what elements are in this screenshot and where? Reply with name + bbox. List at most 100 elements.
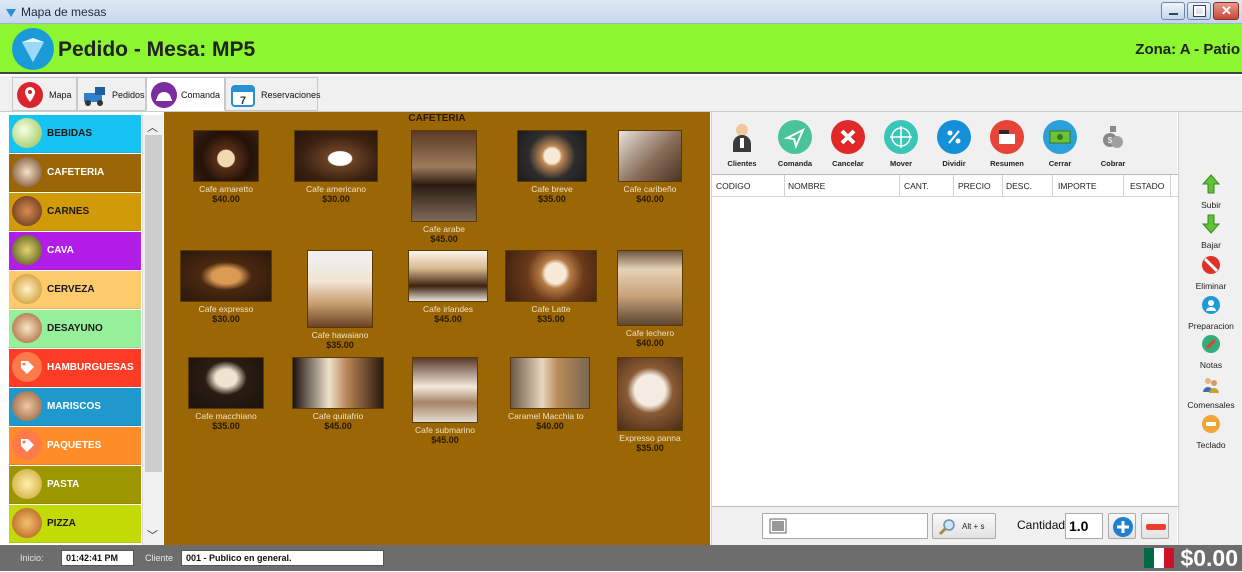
product-item[interactable]: Cafe americano $30.00 <box>288 130 384 205</box>
product-item[interactable]: Cafe expresso $30.00 <box>178 250 274 325</box>
product-photo <box>408 250 488 302</box>
eliminar-button[interactable]: Eliminar <box>1179 255 1242 291</box>
order-table[interactable]: CODIGO NOMBRE CANT. PRECIO DESC. IMPORTE… <box>712 174 1178 507</box>
product-item[interactable]: Cafe lechero $40.00 <box>602 250 698 349</box>
category-scrollbar[interactable]: ︿ ﹀ <box>142 115 163 545</box>
decrement-button[interactable] <box>1141 513 1169 539</box>
column-header[interactable]: IMPORTE <box>1058 181 1097 191</box>
category-image <box>12 508 42 538</box>
category-label: CARNES <box>47 206 90 217</box>
category-desayuno[interactable]: DESAYUNO <box>9 310 141 348</box>
category-label: PIZZA <box>47 518 76 529</box>
tab-mapa[interactable]: Mapa <box>12 77 77 111</box>
category-bebidas[interactable]: BEBIDAS <box>9 115 141 153</box>
mexico-flag-icon <box>1144 548 1174 568</box>
column-header[interactable]: PRECIO <box>958 181 991 191</box>
action-label: Notas <box>1199 360 1223 370</box>
product-item[interactable]: Cafe macchiano $35.00 <box>178 357 274 432</box>
column-header[interactable]: ESTADO <box>1130 181 1164 191</box>
category-cafeteria[interactable]: CAFETERIA <box>9 154 141 192</box>
svg-text:$: $ <box>1108 136 1113 145</box>
product-item[interactable]: Cafe submarino $45.00 <box>397 357 493 446</box>
column-header[interactable]: CANT. <box>904 181 929 191</box>
product-price: $40.00 <box>636 338 664 348</box>
maximize-button[interactable] <box>1187 2 1211 20</box>
tool-label: Clientes <box>727 159 757 168</box>
product-name: Cafe amaretto <box>199 184 253 194</box>
cobrar-button[interactable]: $ Cobrar <box>1087 120 1139 168</box>
cantidad-input[interactable]: 1.0 <box>1065 513 1103 539</box>
subir-button[interactable]: Subir <box>1179 174 1242 210</box>
resumen-button[interactable]: Resumen <box>981 120 1033 168</box>
map-pin-icon <box>17 82 43 108</box>
teclado-button[interactable]: Teclado <box>1179 414 1242 450</box>
order-panel: Clientes Comanda Cancelar Mover Dividir … <box>711 112 1178 545</box>
category-paquetes[interactable]: PAQUETES <box>9 427 141 465</box>
comensales-button[interactable]: Comensales <box>1179 374 1242 410</box>
receipt-icon <box>990 120 1024 154</box>
page-title: Pedido - Mesa: MP5 <box>58 38 256 61</box>
delete-icon <box>1202 256 1220 274</box>
category-pizza[interactable]: PIZZA <box>9 505 141 543</box>
category-carnes[interactable]: CARNES <box>9 193 141 231</box>
product-price: $45.00 <box>430 234 458 244</box>
product-grid: CAFETERIA Cafe amaretto $40.00 Cafe amer… <box>164 112 710 545</box>
scrollbar-thumb[interactable] <box>145 135 162 472</box>
minimize-button[interactable] <box>1161 2 1185 20</box>
arrow-up-icon <box>1201 174 1221 194</box>
preparacion-button[interactable]: Preparacion <box>1179 295 1242 331</box>
action-label: Teclado <box>1196 440 1226 450</box>
cerrar-button[interactable]: Cerrar <box>1034 120 1086 168</box>
comanda-button[interactable]: Comanda <box>769 120 821 168</box>
cliente-field[interactable]: 001 - Publico en general. <box>181 550 384 566</box>
column-header[interactable]: CODIGO <box>716 181 750 191</box>
notas-button[interactable]: Notas <box>1179 334 1242 370</box>
tool-label: Cancelar <box>832 159 864 168</box>
tab-label: Reservaciones <box>261 90 321 100</box>
product-item[interactable]: Cafe caribeño $40.00 <box>602 130 698 205</box>
chevron-up-icon[interactable]: ︿ <box>147 119 158 135</box>
close-button[interactable]: ✕ <box>1213 2 1239 20</box>
column-header[interactable]: DESC. <box>1006 181 1032 191</box>
bajar-button[interactable]: Bajar <box>1179 214 1242 250</box>
tab-comanda[interactable]: Comanda <box>146 77 225 111</box>
category-mariscos[interactable]: MARISCOS <box>9 388 141 426</box>
percent-icon <box>937 120 971 154</box>
product-item[interactable]: Expresso panna $35.00 <box>602 357 698 454</box>
chevron-down-icon[interactable]: ﹀ <box>147 527 158 543</box>
product-item[interactable]: Cafe arabe $45.00 <box>396 130 492 245</box>
barcode-input[interactable] <box>762 513 928 539</box>
action-label: Eliminar <box>1195 281 1227 291</box>
product-item[interactable]: Cafe breve $35.00 <box>504 130 600 205</box>
category-hamburguesas[interactable]: HAMBURGUESAS <box>9 349 141 387</box>
user-icon <box>725 120 759 154</box>
product-item[interactable]: Caramel Macchia to $40.00 <box>502 357 598 432</box>
increment-button[interactable] <box>1108 513 1136 539</box>
action-label: Preparacion <box>1188 321 1234 331</box>
keyboard-icon <box>1202 415 1220 433</box>
dividir-button[interactable]: Dividir <box>928 120 980 168</box>
product-item[interactable]: Cafe amaretto $40.00 <box>178 130 274 205</box>
clientes-button[interactable]: Clientes <box>716 120 768 168</box>
product-item[interactable]: Cafe Latte $35.00 <box>503 250 599 325</box>
category-label: MARISCOS <box>47 401 101 412</box>
category-cerveza[interactable]: CERVEZA <box>9 271 141 309</box>
tab-label: Comanda <box>181 90 221 100</box>
tab-reservaciones[interactable]: 7 Reservaciones <box>225 77 321 111</box>
minus-icon <box>1146 524 1166 530</box>
product-name: Cafe irlandes <box>422 304 474 314</box>
category-pasta[interactable]: PASTA <box>9 466 141 504</box>
arrow-down-icon <box>1201 214 1221 234</box>
category-label: HAMBURGUESAS <box>47 362 134 373</box>
product-item[interactable]: Cafe hawaiano $35.00 <box>292 250 388 351</box>
mover-button[interactable]: Mover <box>875 120 927 168</box>
column-header[interactable]: NOMBRE <box>788 181 825 191</box>
product-search-button[interactable]: Alt + s <box>932 513 996 539</box>
category-cava[interactable]: CAVA <box>9 232 141 270</box>
cancelar-button[interactable]: Cancelar <box>822 120 874 168</box>
product-item[interactable]: Cafe irlandes $45.00 <box>400 250 496 325</box>
order-input-bar: Alt + s Cantidad: 1.0 <box>712 507 1178 545</box>
product-item[interactable]: Cafe quitafrio $45.00 <box>290 357 386 432</box>
tab-pedidos[interactable]: Pedidos <box>77 77 146 111</box>
window-title: Mapa de mesas <box>21 5 107 19</box>
